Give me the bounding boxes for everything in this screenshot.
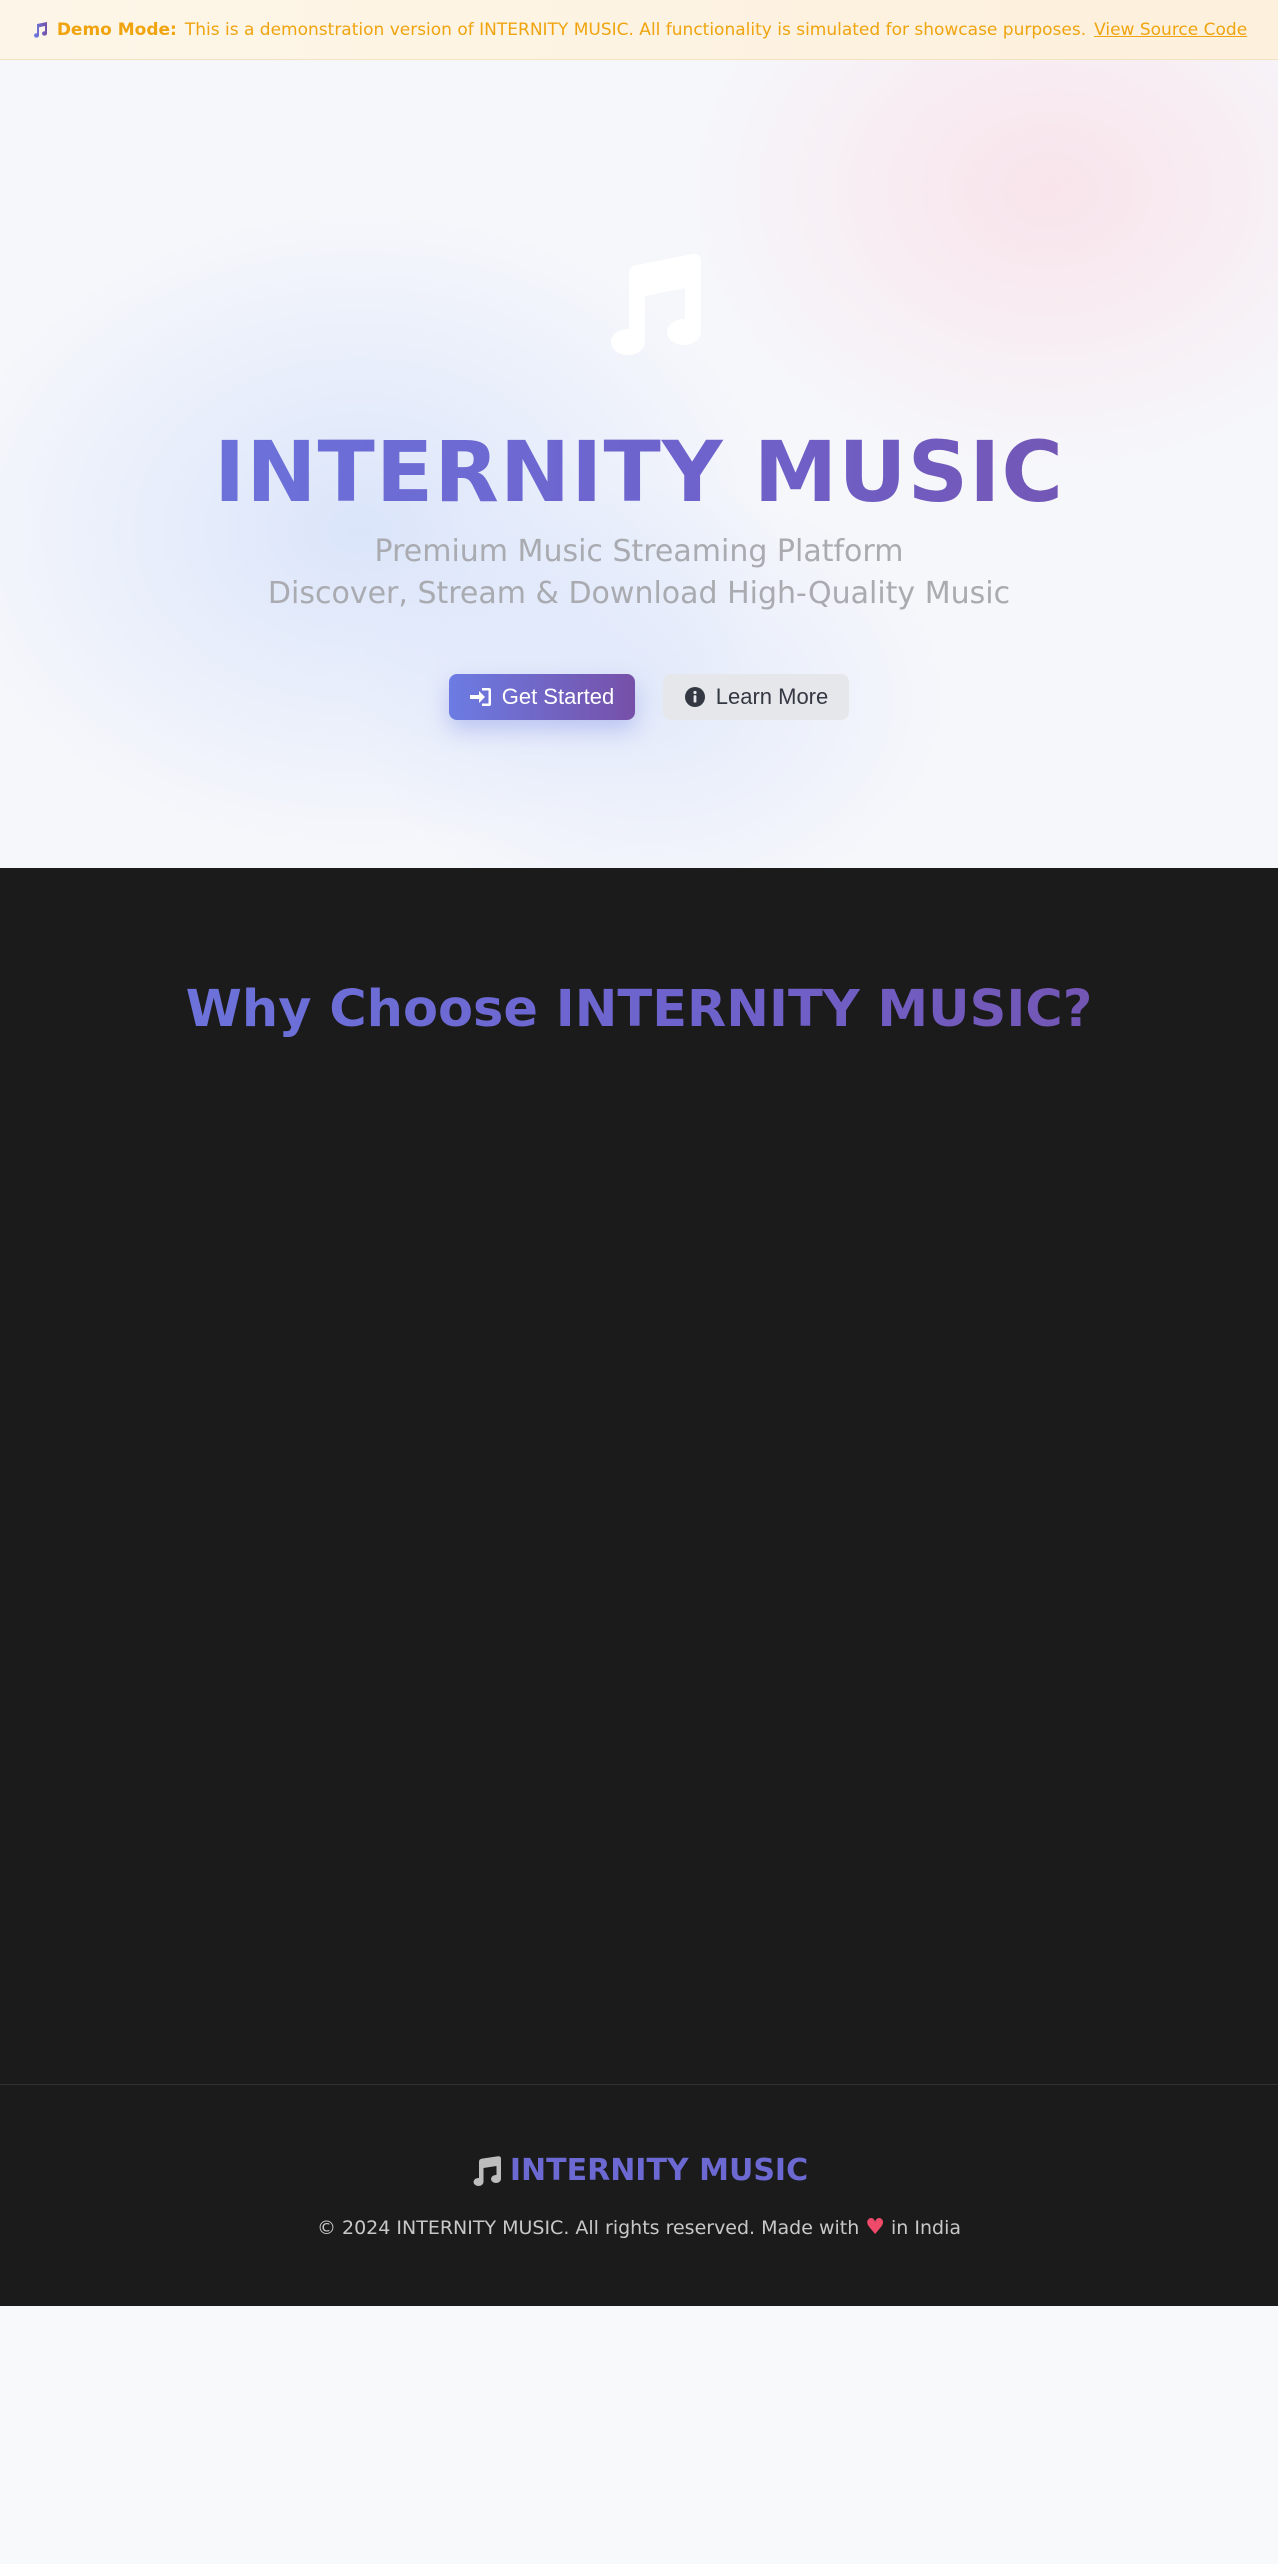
copyright-text: © 2024 INTERNITY MUSIC. All rights reser… bbox=[316, 2216, 860, 2239]
get-started-label: Get Started bbox=[501, 684, 615, 709]
view-source-link[interactable]: View Source Code bbox=[1094, 20, 1247, 40]
features-section: Why Choose INTERNITY MUSIC? bbox=[0, 868, 1278, 2084]
hero-section: INTERNITY MUSIC Premium Music Streaming … bbox=[0, 60, 1278, 868]
demo-banner: Demo Mode: This is a demonstration versi… bbox=[0, 0, 1278, 60]
info-circle-icon bbox=[684, 687, 705, 707]
learn-more-button[interactable]: Learn More bbox=[663, 674, 849, 720]
heart-icon: ♥ bbox=[865, 2215, 886, 2240]
music-note-icon bbox=[33, 21, 47, 38]
sign-in-icon bbox=[469, 688, 491, 706]
hero-title: INTERNITY MUSIC bbox=[0, 422, 1278, 522]
footer: INTERNITY MUSIC © 2024 INTERNITY MUSIC. … bbox=[0, 2084, 1278, 2306]
music-note-icon bbox=[473, 2155, 501, 2186]
music-note-icon bbox=[611, 253, 701, 355]
footer-copyright: © 2024 INTERNITY MUSIC. All rights reser… bbox=[0, 2215, 1278, 2240]
features-title: Why Choose INTERNITY MUSIC? bbox=[0, 976, 1278, 1044]
footer-brand-name: INTERNITY MUSIC bbox=[509, 2153, 809, 2188]
copyright-suffix: in India bbox=[891, 2216, 962, 2239]
learn-more-label: Learn More bbox=[715, 684, 829, 709]
hero-tagline: Discover, Stream & Download High-Quality… bbox=[267, 576, 1011, 611]
page-bottom-blank bbox=[0, 2306, 1278, 2564]
hero-subtitle: Premium Music Streaming Platform bbox=[374, 534, 904, 569]
demo-mode-message: This is a demonstration version of INTER… bbox=[184, 19, 1087, 40]
demo-mode-label: Demo Mode: bbox=[56, 19, 177, 40]
get-started-button[interactable]: Get Started bbox=[449, 674, 635, 720]
footer-brand: INTERNITY MUSIC bbox=[0, 2153, 1278, 2188]
